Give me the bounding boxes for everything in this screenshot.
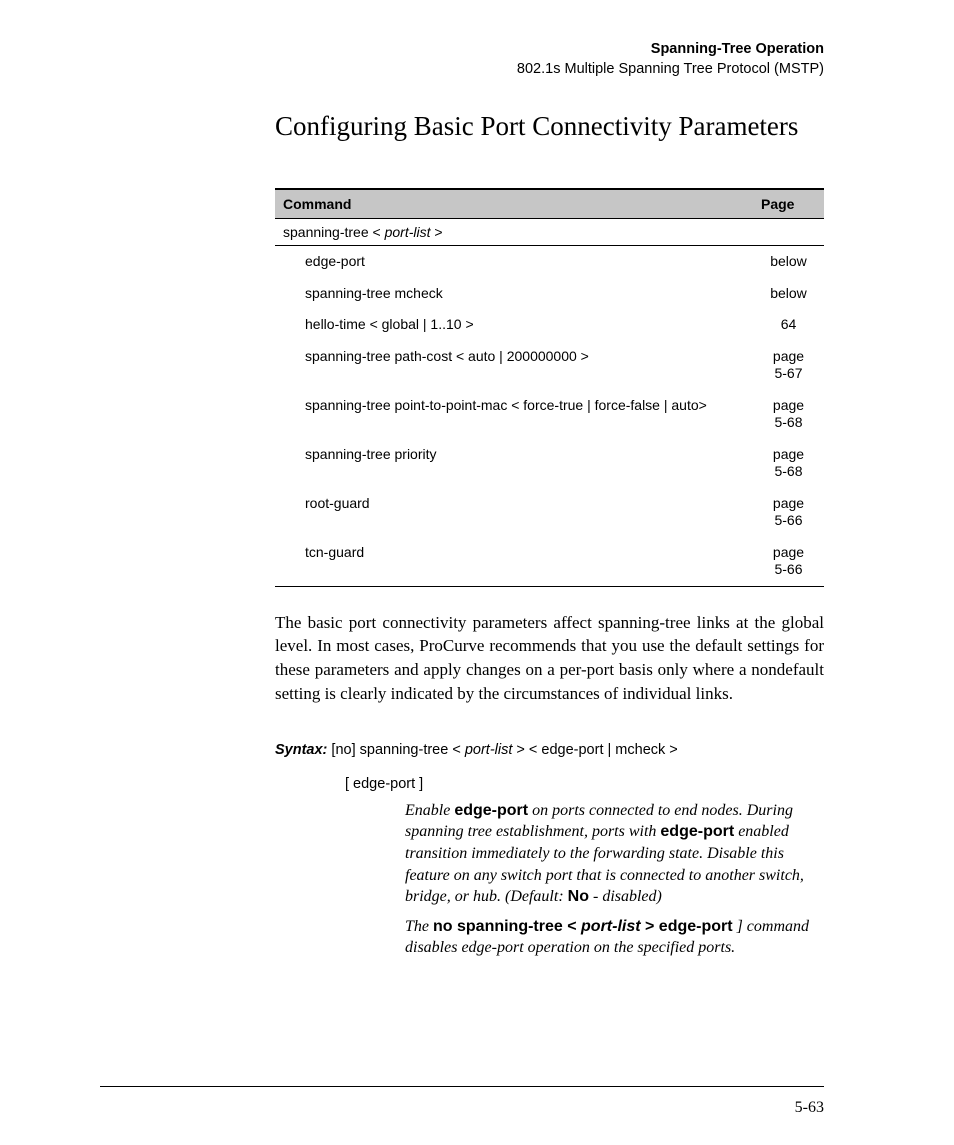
table-row: spanning-tree mcheck below (275, 278, 824, 310)
cmd-cell: spanning-tree point-to-point-mac < force… (275, 390, 753, 439)
table-row: spanning-tree point-to-point-mac < force… (275, 390, 824, 439)
section-heading: Configuring Basic Port Connectivity Para… (275, 111, 824, 142)
page-cell: page 5-66 (753, 537, 824, 587)
table-row: root-guard page 5-66 (275, 488, 824, 537)
page-cell: 64 (753, 309, 824, 341)
runhead-title: Spanning-Tree Operation (275, 40, 824, 60)
page-cell: below (753, 278, 824, 310)
cmd-cell: root-guard (275, 488, 753, 537)
table-row: spanning-tree path-cost < auto | 2000000… (275, 341, 824, 390)
syntax-block: Syntax: [no] spanning-tree < port-list >… (275, 742, 824, 959)
running-header: Spanning-Tree Operation 802.1s Multiple … (275, 40, 824, 79)
footer-rule (100, 1086, 824, 1087)
runhead-subtitle: 802.1s Multiple Spanning Tree Protocol (… (275, 60, 824, 80)
table-row: spanning-tree < port-list > (275, 219, 824, 246)
syntax-description: The no spanning-tree < port-list > edge-… (405, 916, 824, 959)
page: Spanning-Tree Operation 802.1s Multiple … (0, 0, 954, 1145)
cmd-cell: spanning-tree < port-list > (275, 219, 753, 246)
table-row: edge-port below (275, 246, 824, 278)
page-cell (753, 219, 824, 246)
cmd-cell: tcn-guard (275, 537, 753, 587)
syntax-line: Syntax: [no] spanning-tree < port-list >… (275, 742, 824, 758)
col-page: Page (753, 189, 824, 219)
cmd-cell: edge-port (275, 246, 753, 278)
syntax-description: Enable edge-port on ports connected to e… (405, 800, 824, 908)
command-table: Command Page spanning-tree < port-list >… (275, 188, 824, 587)
table-row: hello-time < global | 1..10 > 64 (275, 309, 824, 341)
cmd-cell: spanning-tree path-cost < auto | 2000000… (275, 341, 753, 390)
page-cell: page 5-68 (753, 390, 824, 439)
page-cell: page 5-68 (753, 439, 824, 488)
table-row: spanning-tree priority page 5-68 (275, 439, 824, 488)
page-cell: page 5-66 (753, 488, 824, 537)
body-paragraph: The basic port connectivity parameters a… (275, 611, 824, 706)
col-command: Command (275, 189, 753, 219)
cmd-cell: spanning-tree priority (275, 439, 753, 488)
page-number: 5-63 (795, 1099, 824, 1117)
cmd-cell: spanning-tree mcheck (275, 278, 753, 310)
cmd-cell: hello-time < global | 1..10 > (275, 309, 753, 341)
page-cell: page 5-67 (753, 341, 824, 390)
page-cell: below (753, 246, 824, 278)
syntax-label: Syntax: (275, 742, 327, 758)
syntax-option: [ edge-port ] (345, 776, 824, 792)
table-row: tcn-guard page 5-66 (275, 537, 824, 587)
